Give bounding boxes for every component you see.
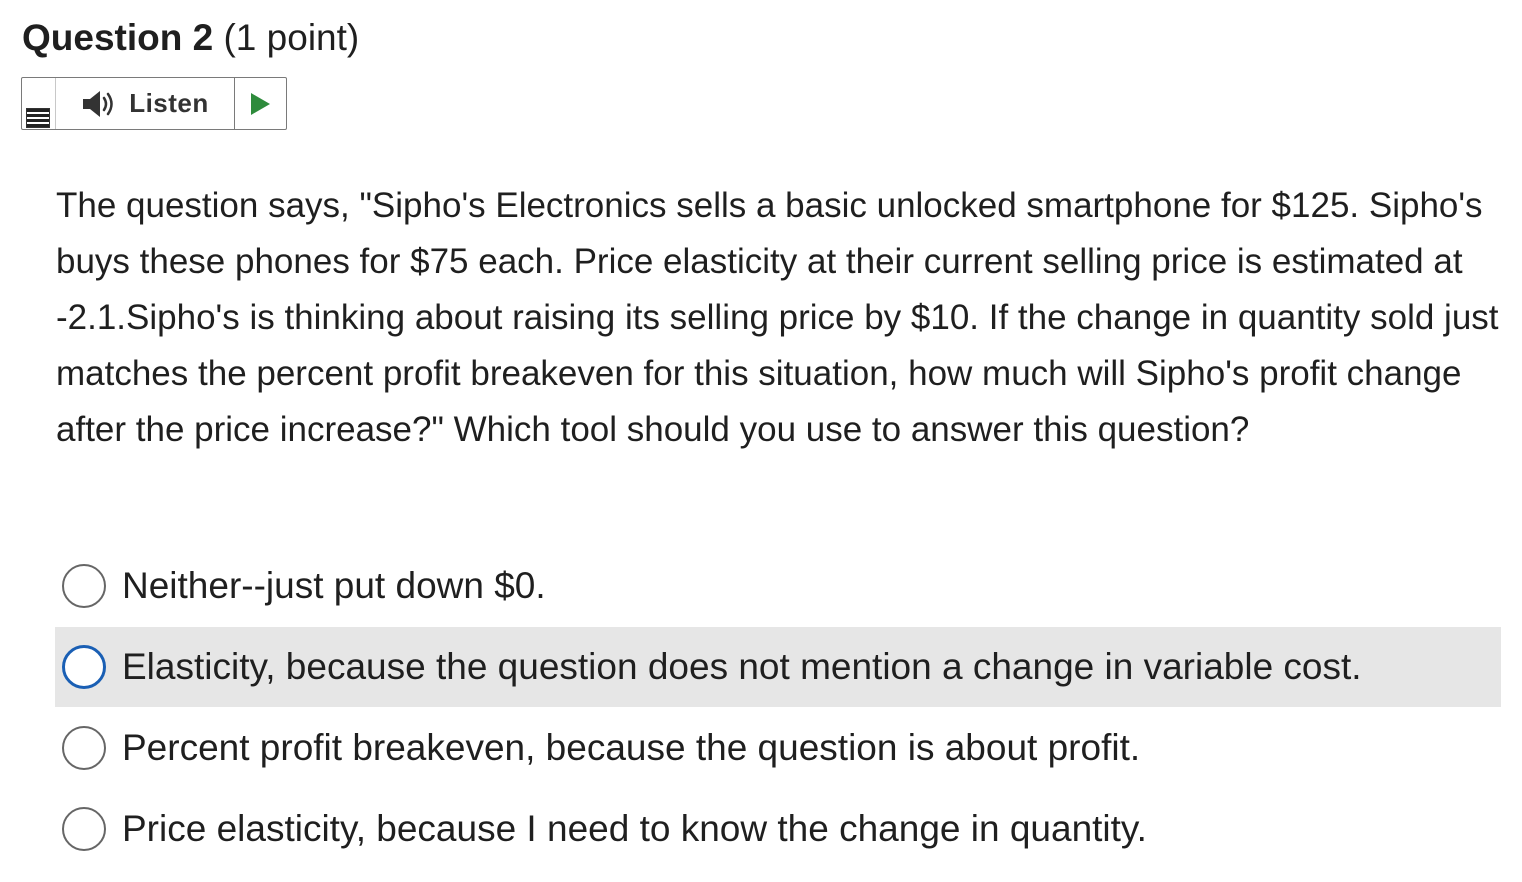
answer-option-3[interactable]: Percent profit breakeven, because the qu…: [55, 708, 1501, 788]
radio-button[interactable]: [62, 645, 106, 689]
listen-label: Listen: [129, 88, 209, 118]
answer-label: Price elasticity, because I need to know…: [122, 808, 1147, 849]
readspeaker-widget: Listen: [21, 77, 287, 130]
answer-label: Elasticity, because the question does no…: [122, 646, 1362, 687]
answer-option-1[interactable]: Neither--just put down $0.: [55, 546, 1501, 626]
radio-button[interactable]: [62, 564, 106, 608]
listen-menu-button[interactable]: [22, 78, 56, 129]
speaker-icon: [83, 90, 113, 117]
answer-option-2[interactable]: Elasticity, because the question does no…: [55, 627, 1501, 707]
answer-options: Neither--just put down $0. Elasticity, b…: [55, 546, 1501, 870]
question-title: Question 2: [22, 17, 214, 58]
menu-icon: [26, 108, 50, 128]
question-text: The question says, "Sipho's Electronics …: [56, 186, 1499, 449]
question-header: Question 2 (1 point): [22, 14, 359, 62]
answer-label: Neither--just put down $0.: [122, 565, 546, 606]
radio-button[interactable]: [62, 726, 106, 770]
radio-button[interactable]: [62, 807, 106, 851]
answer-option-4[interactable]: Price elasticity, because I need to know…: [55, 789, 1501, 869]
play-icon: [251, 92, 270, 115]
question-points: (1 point): [223, 17, 360, 58]
listen-button[interactable]: Listen: [56, 78, 235, 129]
play-button[interactable]: [235, 78, 286, 129]
answer-label: Percent profit breakeven, because the qu…: [122, 727, 1141, 768]
